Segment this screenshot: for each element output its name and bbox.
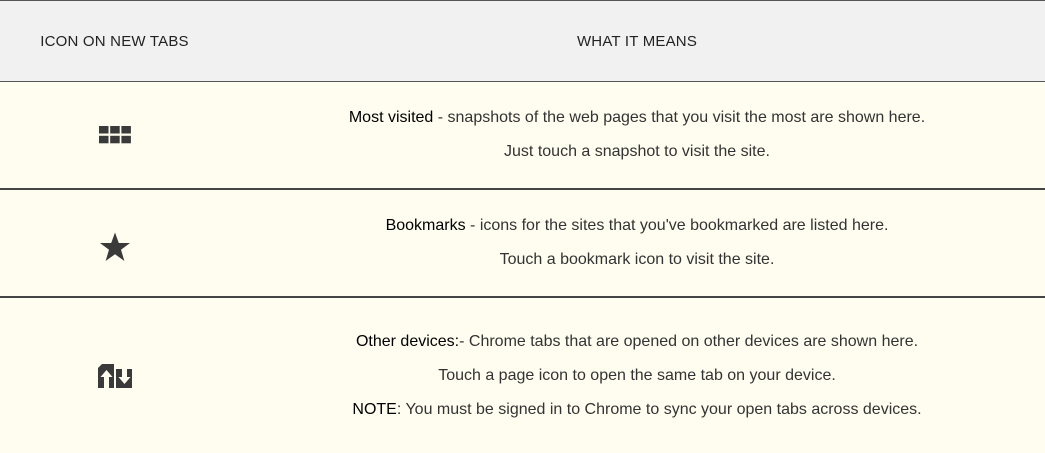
grid-icon <box>98 126 131 144</box>
description-line-1: Other devices:- Chrome tabs that are ope… <box>356 325 918 359</box>
term-description: - Chrome tabs that are opened on other d… <box>459 332 919 350</box>
other-devices-icon <box>97 363 132 388</box>
description-line-1: Bookmarks - icons for the sites that you… <box>386 209 889 243</box>
term-description: - snapshots of the web pages that you vi… <box>433 109 926 126</box>
description-line-1: Most visited - snapshots of the web page… <box>349 101 925 135</box>
header-icon-label: ICON ON NEW TABS <box>40 32 189 50</box>
description-cell: Most visited - snapshots of the web page… <box>229 82 1045 188</box>
term-label: Other devices: <box>355 332 460 350</box>
term-description: - icons for the sites that you've bookma… <box>465 217 889 234</box>
icon-cell <box>0 298 229 453</box>
description-cell: Bookmarks - icons for the sites that you… <box>229 190 1045 296</box>
description-line-2: Just touch a snapshot to visit the site. <box>504 143 770 160</box>
term-label: Bookmarks <box>385 217 466 234</box>
note-line: NOTE: You must be signed in to Chrome to… <box>352 393 921 427</box>
icon-cell <box>0 190 229 296</box>
icon-cell <box>0 82 229 188</box>
header-icon-column: ICON ON NEW TABS <box>0 1 229 81</box>
table-row-most-visited: Most visited - snapshots of the web page… <box>0 82 1045 190</box>
note-label: NOTE <box>352 400 397 418</box>
description-cell: Other devices:- Chrome tabs that are ope… <box>229 298 1045 453</box>
header-desc-label: WHAT IT MEANS <box>576 32 698 50</box>
icons-table: ICON ON NEW TABS WHAT IT MEANS Most visi… <box>0 0 1045 453</box>
note-text: : You must be signed in to Chrome to syn… <box>396 400 922 418</box>
header-desc-column: WHAT IT MEANS <box>229 1 1045 81</box>
table-row-other-devices: Other devices:- Chrome tabs that are ope… <box>0 298 1045 453</box>
term-label: Most visited <box>348 109 434 126</box>
description-line-2: Touch a page icon to open the same tab o… <box>438 366 836 384</box>
table-row-bookmarks: Bookmarks - icons for the sites that you… <box>0 190 1045 298</box>
star-icon <box>99 224 131 262</box>
description-line-2: Touch a bookmark icon to visit the site. <box>499 251 775 268</box>
table-header: ICON ON NEW TABS WHAT IT MEANS <box>0 0 1045 82</box>
